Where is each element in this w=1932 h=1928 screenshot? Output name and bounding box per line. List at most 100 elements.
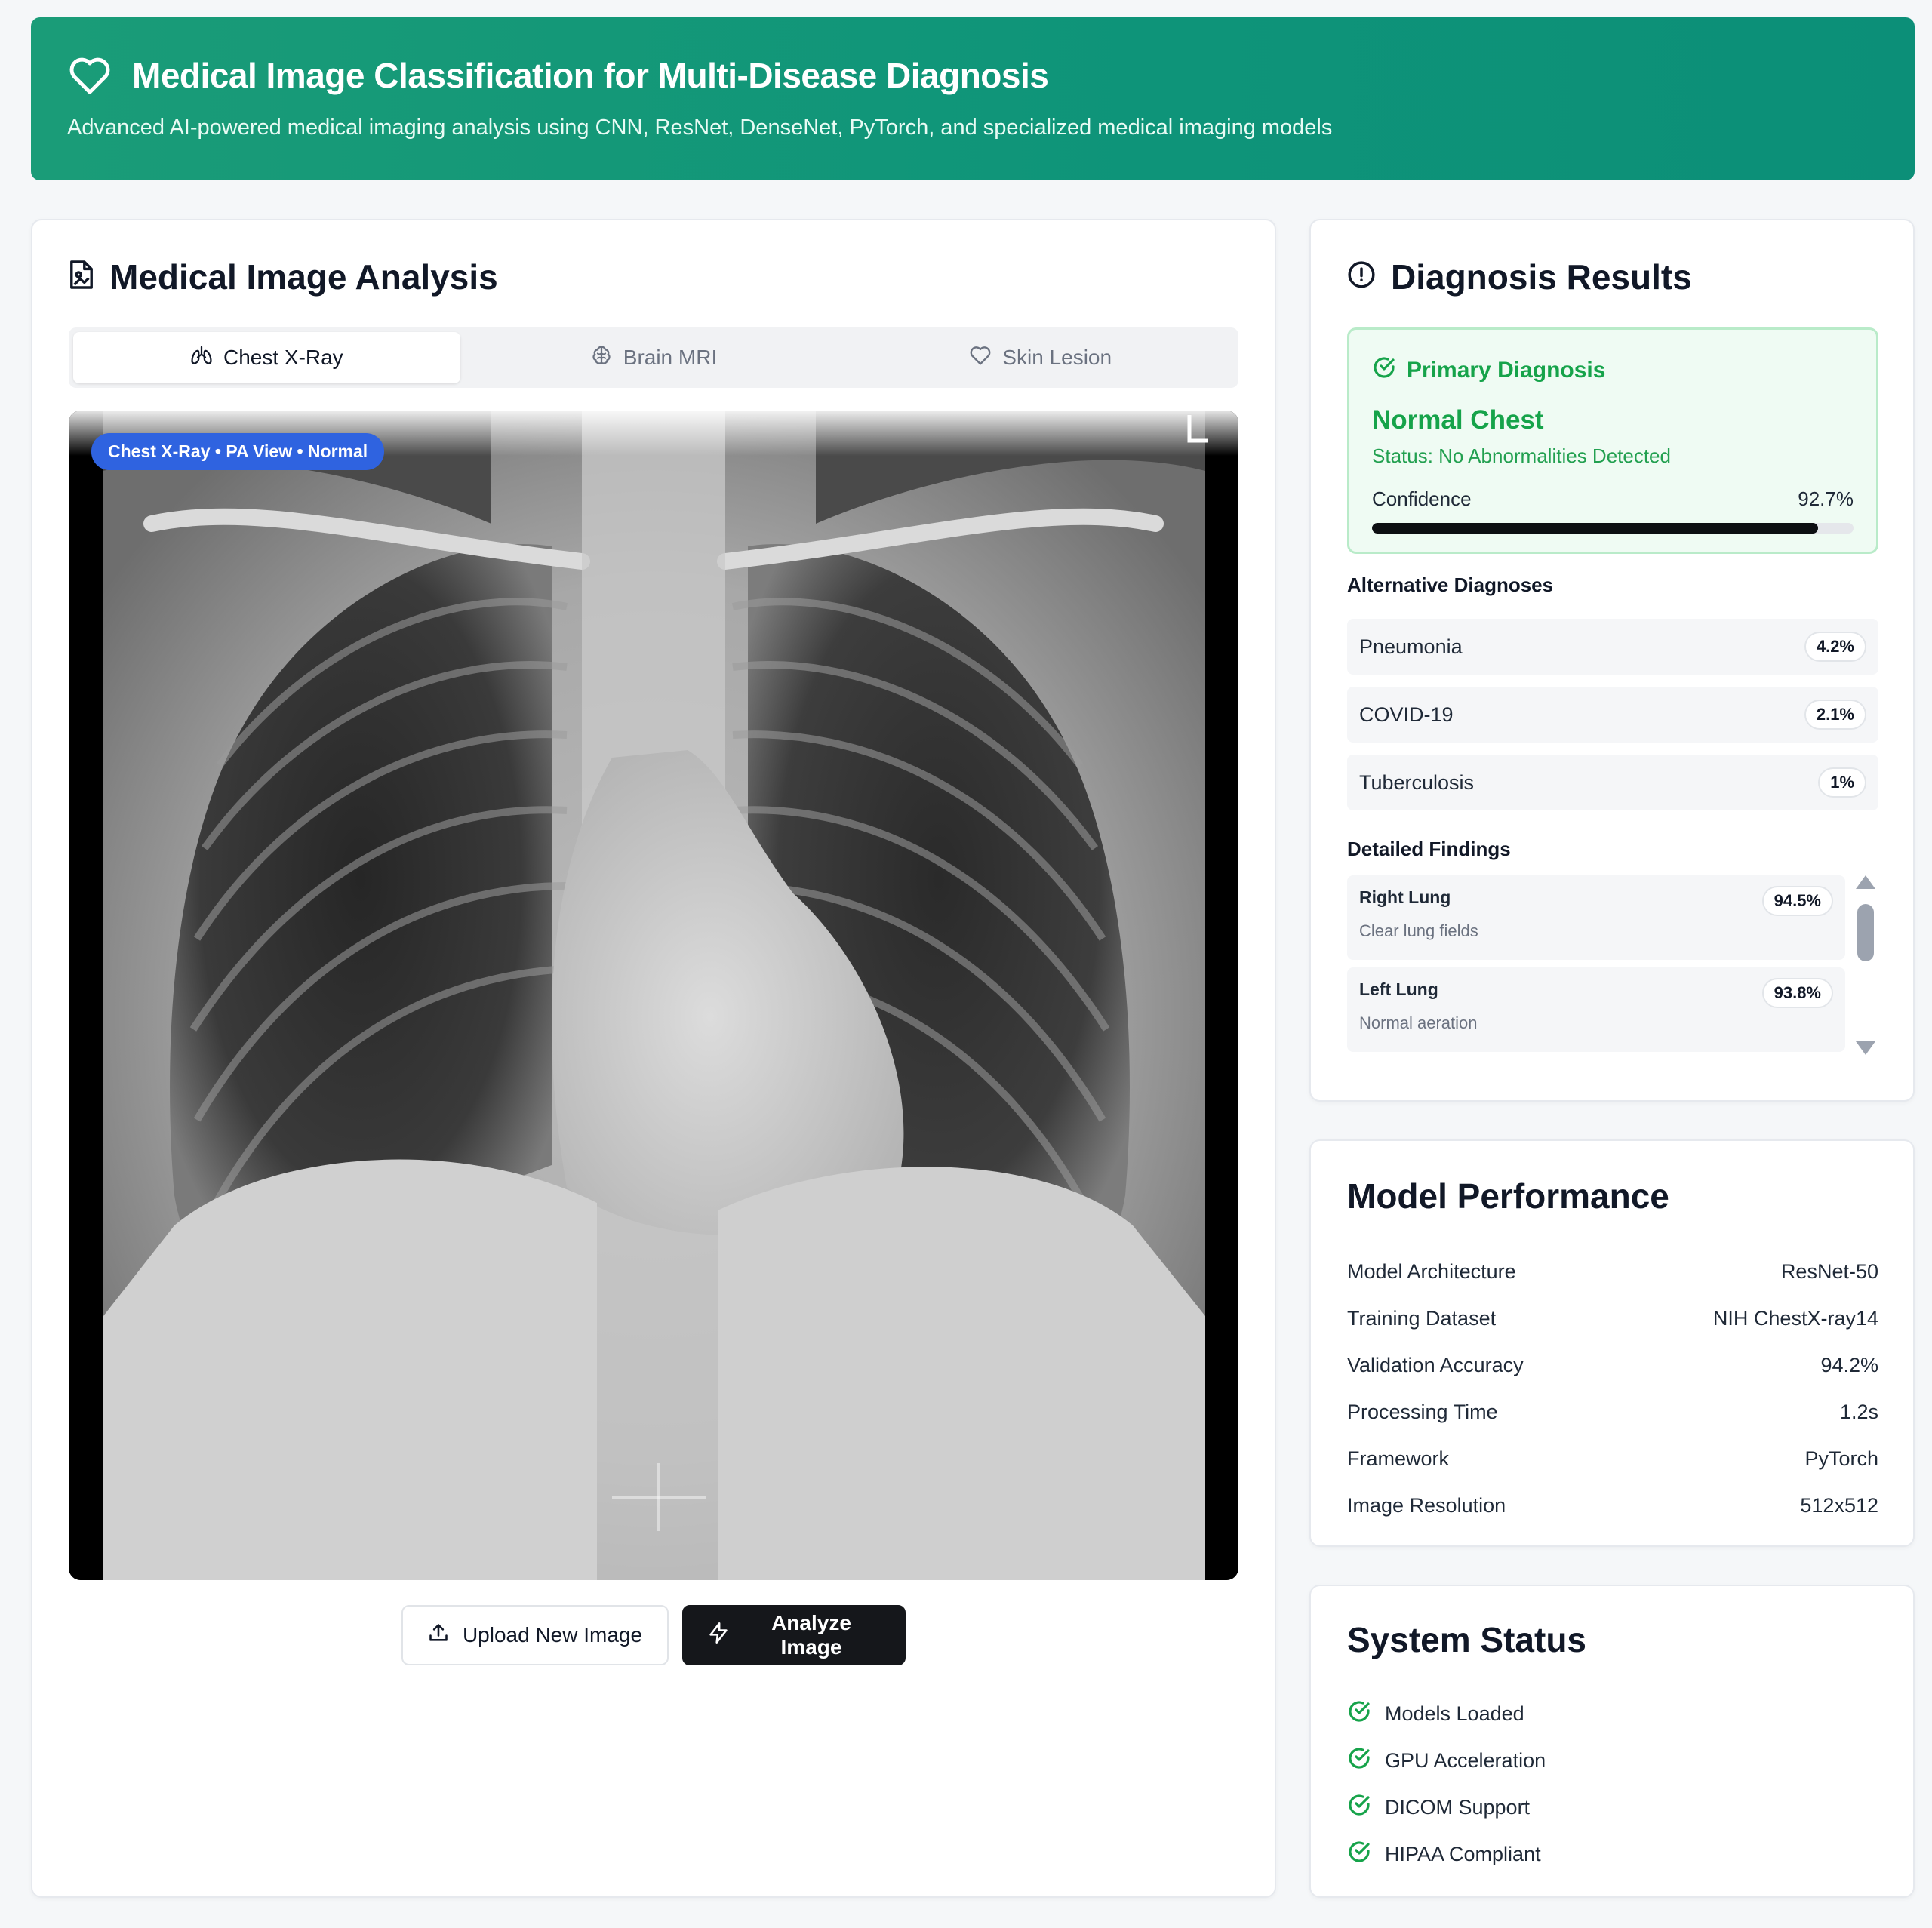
alternative-name: Pneumonia [1359, 635, 1463, 658]
check-circle-icon [1372, 355, 1396, 386]
performance-label: Image Resolution [1347, 1493, 1506, 1517]
performance-value: 512x512 [1800, 1493, 1878, 1517]
diagnosis-title: Diagnosis Results [1391, 257, 1692, 297]
performance-label: Model Architecture [1347, 1259, 1516, 1283]
performance-row: Framework PyTorch [1347, 1435, 1878, 1482]
check-circle-icon [1347, 1840, 1371, 1869]
diagnosis-results-card: Diagnosis Results Primary Diagnosis Norm… [1309, 219, 1915, 1102]
analyze-image-button[interactable]: Analyze Image [682, 1605, 906, 1665]
diagnosis-heading: Diagnosis Results [1347, 257, 1692, 297]
scroll-up-arrow-icon[interactable] [1856, 875, 1875, 889]
list-item[interactable]: Right Lung Clear lung fields 94.5% [1347, 875, 1845, 960]
list-item: DICOM Support [1347, 1784, 1546, 1831]
finding-description: Clear lung fields [1359, 921, 1478, 940]
performance-row: Training Dataset NIH ChestX-ray14 [1347, 1295, 1878, 1342]
tab-chest-xray[interactable]: Chest X-Ray [73, 332, 460, 383]
check-circle-icon [1347, 1699, 1371, 1729]
heart-icon [969, 345, 992, 371]
performance-label: Validation Accuracy [1347, 1353, 1524, 1376]
model-performance-card: Model Performance Model Architecture Res… [1309, 1139, 1915, 1547]
status-text: GPU Acceleration [1385, 1748, 1546, 1772]
alert-circle-icon [1347, 257, 1376, 297]
image-action-buttons: Upload New Image Analyze Image [32, 1605, 1275, 1665]
primary-diagnosis-label: Primary Diagnosis [1372, 355, 1854, 386]
lungs-icon [190, 345, 213, 371]
image-label-badge: Chest X-Ray • PA View • Normal [91, 433, 385, 470]
image-analysis-card: Medical Image Analysis Chest X-Ray Brain… [31, 219, 1276, 1898]
upload-image-label: Upload New Image [462, 1623, 643, 1647]
performance-row: Image Resolution 512x512 [1347, 1482, 1878, 1529]
app-header: Medical Image Classification for Multi-D… [31, 17, 1915, 180]
tab-label: Chest X-Ray [223, 346, 343, 369]
scroll-down-arrow-icon[interactable] [1856, 1041, 1875, 1055]
finding-score-badge: 94.5% [1761, 886, 1833, 916]
primary-diagnosis-text: Primary Diagnosis [1407, 358, 1606, 383]
list-item: Models Loaded [1347, 1690, 1546, 1737]
model-performance-title: Model Performance [1347, 1176, 1669, 1216]
alternative-name: COVID-19 [1359, 703, 1454, 726]
alternative-diagnoses-heading: Alternative Diagnoses [1347, 573, 1554, 596]
list-item: GPU Acceleration [1347, 1737, 1546, 1784]
list-item[interactable]: Tuberculosis 1% [1347, 755, 1878, 810]
chest-xray-image [69, 411, 1238, 1580]
performance-value: ResNet-50 [1780, 1259, 1878, 1283]
page-subtitle: Advanced AI-powered medical imaging anal… [67, 115, 1333, 140]
alternative-score-badge: 1% [1818, 767, 1866, 798]
performance-row: Validation Accuracy 94.2% [1347, 1342, 1878, 1388]
list-item[interactable]: Left Lung Normal aeration 93.8% [1347, 967, 1845, 1052]
detailed-findings-list[interactable]: Right Lung Clear lung fields 94.5% Left … [1347, 875, 1845, 1064]
tab-skin-lesion[interactable]: Skin Lesion [847, 332, 1234, 383]
confidence-value: 92.7% [1798, 487, 1854, 510]
detailed-findings-heading: Detailed Findings [1347, 838, 1511, 860]
upload-icon [428, 1622, 449, 1649]
performance-row: Processing Time 1.2s [1347, 1388, 1878, 1435]
status-text: DICOM Support [1385, 1795, 1531, 1819]
finding-score-badge: 93.8% [1761, 978, 1833, 1008]
list-item[interactable]: Pneumonia 4.2% [1347, 619, 1878, 675]
alternative-score-badge: 2.1% [1804, 700, 1866, 730]
tab-label: Brain MRI [623, 346, 718, 369]
file-image-icon [69, 257, 94, 297]
alternative-diagnoses-list: Pneumonia 4.2% COVID-19 2.1% Tuberculosi… [1347, 619, 1878, 823]
performance-value: NIH ChestX-ray14 [1712, 1306, 1878, 1330]
primary-diagnosis-status: Status: No Abnormalities Detected [1372, 444, 1671, 467]
performance-label: Framework [1347, 1447, 1450, 1470]
performance-value: PyTorch [1804, 1447, 1878, 1470]
scroll-thumb[interactable] [1857, 904, 1874, 961]
brain-icon [590, 344, 613, 372]
confidence-bar [1372, 523, 1854, 534]
performance-row: Model Architecture ResNet-50 [1347, 1248, 1878, 1295]
alternative-score-badge: 4.2% [1804, 632, 1866, 662]
performance-value: 94.2% [1820, 1353, 1878, 1376]
findings-scrollbar[interactable] [1853, 875, 1878, 1055]
alternative-name: Tuberculosis [1359, 770, 1475, 794]
lightning-icon [708, 1622, 729, 1650]
analysis-heading: Medical Image Analysis [69, 257, 498, 297]
confidence-label: Confidence [1372, 487, 1472, 510]
page-title: Medical Image Classification for Multi-D… [132, 56, 1049, 95]
primary-diagnosis-name: Normal Chest [1372, 405, 1544, 435]
analysis-title: Medical Image Analysis [109, 257, 498, 297]
analyze-image-label: Analyze Image [771, 1611, 851, 1659]
status-text: HIPAA Compliant [1385, 1842, 1541, 1865]
upload-image-button[interactable]: Upload New Image [401, 1605, 669, 1665]
check-circle-icon [1347, 1793, 1371, 1822]
performance-value: 1.2s [1839, 1400, 1878, 1423]
heart-icon [67, 55, 112, 96]
system-status-list: Models Loaded GPU Acceleration DICOM Sup… [1347, 1690, 1546, 1877]
xray-image-viewer[interactable]: Chest X-Ray • PA View • Normal [69, 411, 1238, 1580]
primary-diagnosis-box: Primary Diagnosis Normal Chest Status: N… [1347, 327, 1878, 554]
check-circle-icon [1347, 1746, 1371, 1776]
confidence-bar-fill [1372, 523, 1819, 534]
tab-label: Skin Lesion [1002, 346, 1112, 369]
performance-label: Processing Time [1347, 1400, 1498, 1423]
confidence-row: Confidence 92.7% [1372, 487, 1854, 511]
performance-label: Training Dataset [1347, 1306, 1497, 1330]
status-text: Models Loaded [1385, 1702, 1524, 1725]
system-status-title: System Status [1347, 1620, 1587, 1659]
list-item: HIPAA Compliant [1347, 1831, 1546, 1877]
tab-brain-mri[interactable]: Brain MRI [460, 332, 848, 383]
system-status-card: System Status Models Loaded GPU Accelera… [1309, 1585, 1915, 1898]
model-performance-list: Model Architecture ResNet-50 Training Da… [1347, 1248, 1878, 1529]
list-item[interactable]: COVID-19 2.1% [1347, 687, 1878, 743]
